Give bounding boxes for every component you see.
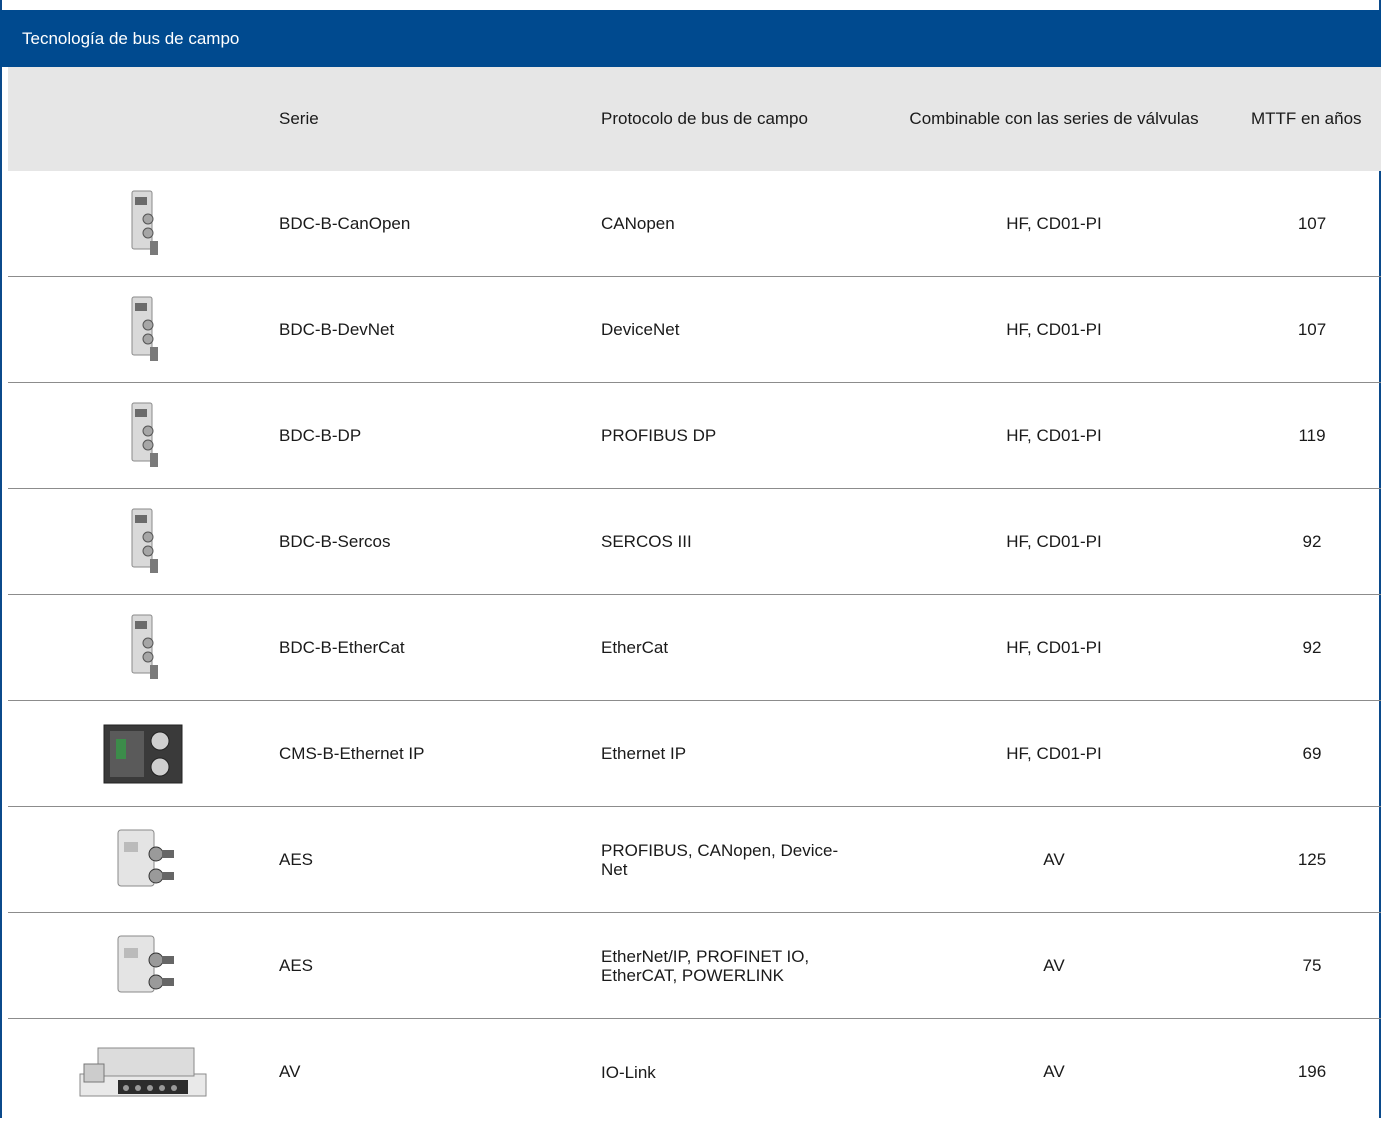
cell-mttf: 107 [1297,319,1327,339]
cms-module-icon [68,701,218,806]
table-row: BDC-B-CanOpen CANopen HF, CD01-PI 107 [8,171,1381,277]
cell-combinable: HF, CD01-PI [1006,531,1102,551]
cell-serie: CMS-B-Ethernet IP [279,743,425,763]
cell-protocol: IO-Link [601,1062,656,1082]
bdc-module-icon [68,277,218,382]
bdc-module-icon [68,489,218,594]
bdc-module-icon [68,595,218,700]
cell-protocol: SERCOS III [601,532,692,551]
table-row: AV IO-Link AV 196 [8,1019,1381,1125]
cell-combinable: HF, CD01-PI [1006,637,1102,657]
cell-combinable: AV [1043,1062,1065,1081]
av-valve-manifold-icon [68,1019,218,1125]
cell-mttf: 107 [1297,213,1327,233]
cell-mttf: 92 [1302,531,1322,551]
cell-combinable: HF, CD01-PI [1006,213,1102,233]
cell-combinable: HF, CD01-PI [1006,319,1102,339]
bdc-module-icon [68,171,218,276]
aes-module-icon [68,807,218,912]
cell-combinable: HF, CD01-PI [1006,425,1102,445]
table-row: BDC-B-Sercos SERCOS III HF, CD01-PI 92 [8,489,1381,595]
cell-mttf: 69 [1302,743,1322,763]
cell-serie: BDC-B-CanOpen [279,213,411,233]
cell-mttf: 92 [1302,637,1322,657]
cell-serie: BDC-B-Sercos [279,531,391,551]
cell-mttf: 125 [1297,849,1327,869]
cell-protocol: EtherCat [601,638,669,657]
cell-protocol: PROFIBUS, CANopen, Device- Net [601,840,839,879]
table-row: BDC-B-DP PROFIBUS DP HF, CD01-PI 119 [8,383,1381,489]
table-row: AES PROFIBUS, CANopen, Device- Net AV 125 [8,807,1381,913]
cell-protocol: Ethernet IP [601,744,687,763]
cell-combinable: AV [1043,955,1065,975]
table-row: AES EtherNet/IP, PROFINET IO, EtherCAT, P… [8,913,1381,1019]
cell-serie: BDC-B-DP [279,425,362,445]
cell-protocol: PROFIBUS DP [601,426,717,445]
cell-serie: BDC-B-DevNet [279,319,395,339]
cell-mttf: 196 [1297,1062,1327,1081]
aes-module-icon [68,913,218,1018]
cell-combinable: AV [1043,849,1065,869]
table-body: BDC-B-CanOpen CANopen HF, CD01-PI 107 BDC-B-… [8,171,1381,1125]
header-mttf: MTTF en años [1251,109,1362,128]
table-row: BDC-B-DevNet DeviceNet HF, CD01-PI 107 [8,277,1381,383]
cell-serie: BDC-B-EtherCat [279,637,405,657]
cell-serie: AV [279,1062,301,1081]
table-title: Tecnología de bus de campo [0,10,1381,67]
cell-serie: AES [279,955,314,975]
header-protocol: Protocolo de bus de campo [601,109,808,128]
table-row: BDC-B-EtherCat EtherCat HF, CD01-PI 92 [8,595,1381,701]
cell-protocol: DeviceNet [601,320,680,339]
table-header: Serie Protocolo de bus de campo Combinab… [8,67,1381,171]
cell-serie: AES [279,849,314,869]
header-combinable: Combinable con las series de válvulas [909,109,1199,128]
cell-combinable: HF, CD01-PI [1006,743,1102,763]
cell-mttf: 119 [1298,425,1326,445]
table-row: CMS-B-Ethernet IP Ethernet IP HF, CD01-PI 6… [8,701,1381,807]
header-serie: Serie [279,109,319,128]
bdc-module-icon [68,383,218,488]
cell-mttf: 75 [1302,955,1322,975]
cell-protocol: CANopen [601,214,675,233]
cell-protocol: EtherNet/IP, PROFINET IO, EtherCAT, POWE… [601,946,810,985]
